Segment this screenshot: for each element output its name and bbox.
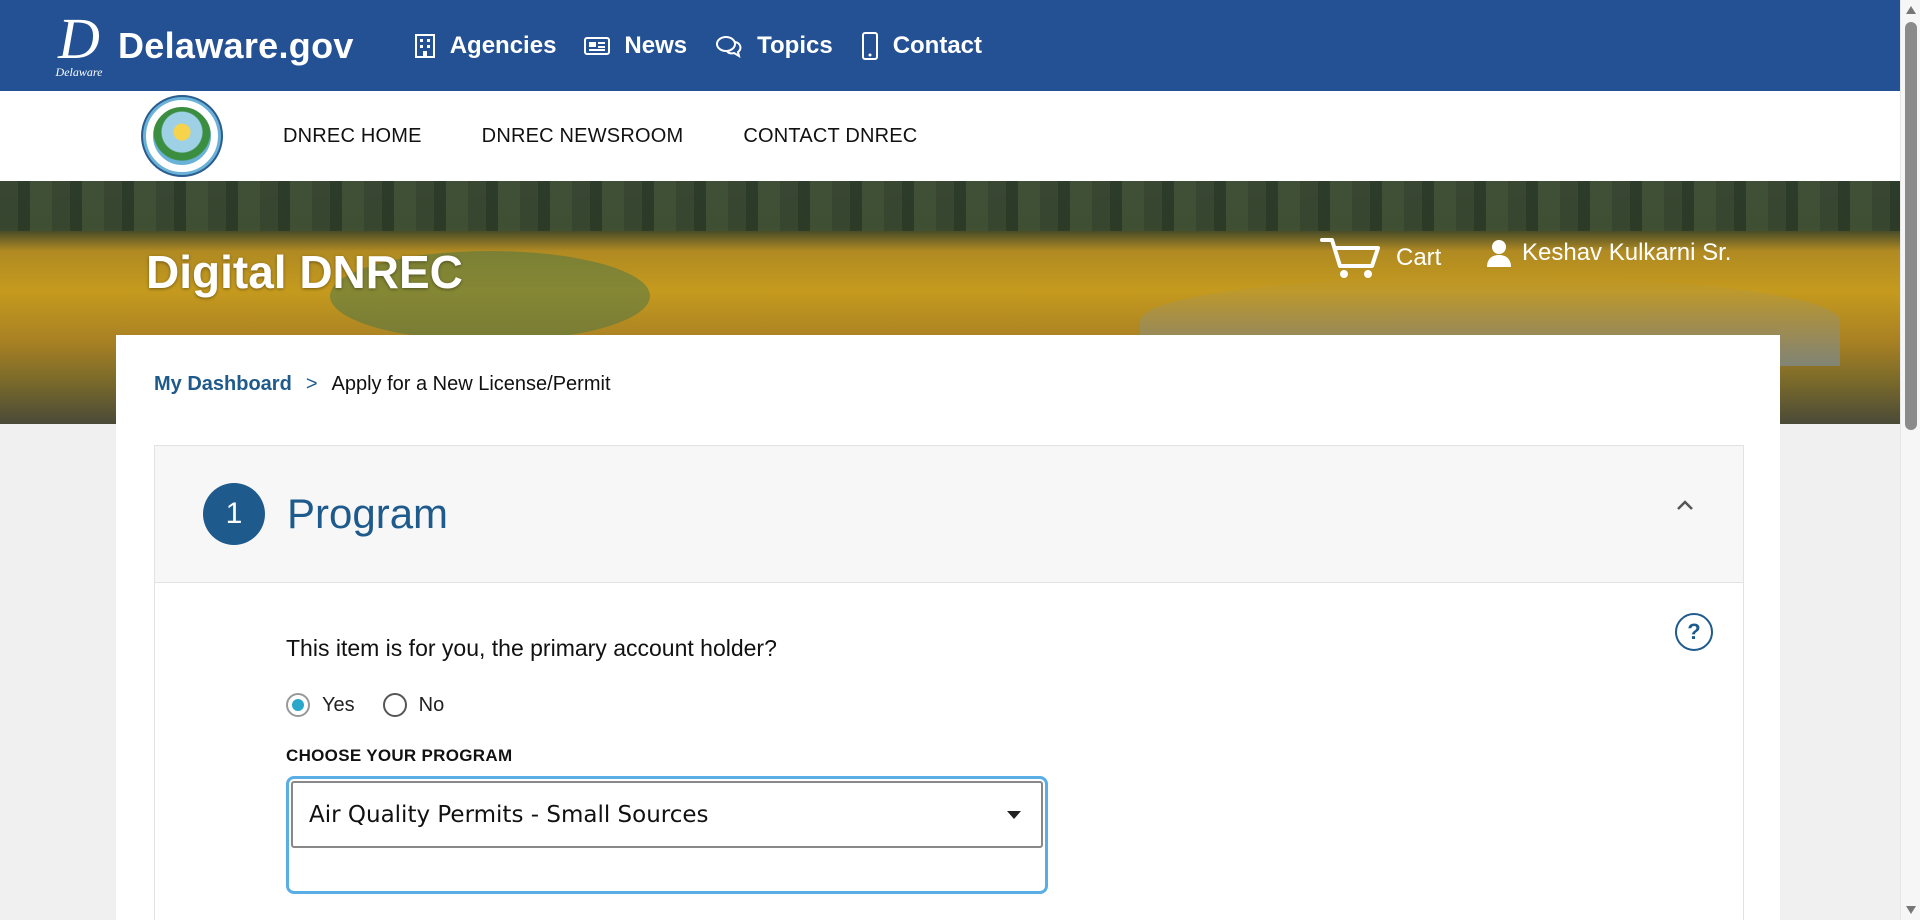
help-button[interactable]: ? bbox=[1675, 613, 1713, 651]
nav-label-news: News bbox=[624, 31, 688, 59]
cart-button[interactable]: Cart bbox=[1320, 236, 1441, 280]
page-scrollbar[interactable] bbox=[1900, 0, 1920, 920]
nav-item-contact[interactable]: Contact bbox=[861, 31, 983, 60]
mobile-phone-icon bbox=[861, 31, 878, 60]
radio-yes-label: Yes bbox=[322, 693, 355, 716]
logo-mark: D bbox=[58, 5, 100, 71]
account-holder-radio-group: Yes No bbox=[286, 693, 472, 717]
program-select-value: Air Quality Permits - Small Sources bbox=[309, 801, 709, 828]
user-icon bbox=[1487, 240, 1511, 267]
building-icon bbox=[414, 33, 435, 58]
radio-yes[interactable] bbox=[286, 693, 310, 717]
radio-option-yes[interactable]: Yes bbox=[286, 693, 355, 717]
step-number-badge: 1 bbox=[203, 483, 265, 545]
nav-item-topics[interactable]: Topics bbox=[715, 32, 833, 60]
main-content: My Dashboard > Apply for a New License/P… bbox=[116, 335, 1780, 920]
breadcrumb-separator: > bbox=[305, 373, 318, 395]
user-name: Keshav Kulkarni Sr. bbox=[1522, 239, 1732, 266]
nav-item-agencies[interactable]: Agencies bbox=[414, 31, 557, 60]
seal-ring bbox=[146, 100, 218, 172]
user-menu[interactable]: Keshav Kulkarni Sr. bbox=[1486, 239, 1731, 267]
scroll-up-arrow-icon[interactable] bbox=[1906, 6, 1916, 14]
chevron-up-icon[interactable] bbox=[1675, 498, 1695, 512]
breadcrumb-dashboard-link[interactable]: My Dashboard bbox=[154, 373, 292, 396]
hero-treeline bbox=[0, 181, 1900, 231]
caret-down-icon bbox=[1007, 811, 1021, 819]
newspaper-icon bbox=[584, 36, 611, 55]
nav-label-topics: Topics bbox=[757, 31, 833, 59]
account-holder-question: This item is for you, the primary accoun… bbox=[286, 635, 777, 661]
program-step-panel: 1 Program ? This item is for you, the pr… bbox=[154, 445, 1744, 920]
cart-label: Cart bbox=[1396, 244, 1442, 271]
state-nav: Agencies News Topics Contact bbox=[414, 31, 1010, 60]
radio-no-label: No bbox=[418, 693, 445, 716]
breadcrumb-current: Apply for a New License/Permit bbox=[331, 373, 611, 395]
logo-subtext: Delaware bbox=[55, 64, 103, 79]
logo-text: Delaware.gov bbox=[118, 24, 354, 66]
nav-contact-dnrec[interactable]: CONTACT DNREC bbox=[743, 125, 917, 148]
program-step-header[interactable]: 1 Program bbox=[155, 446, 1743, 583]
radio-no[interactable] bbox=[382, 693, 407, 717]
page-title: Digital DNREC bbox=[146, 246, 463, 298]
agency-header: DNREC HOME DNREC NEWSROOM CONTACT DNREC bbox=[0, 91, 1900, 181]
state-header: D Delaware Delaware.gov Agencies News To… bbox=[0, 0, 1900, 91]
breadcrumb: My Dashboard > Apply for a New License/P… bbox=[154, 373, 611, 396]
step-title: Program bbox=[287, 490, 449, 537]
chat-bubbles-icon bbox=[716, 35, 742, 58]
program-select-focus-ring: Air Quality Permits - Small Sources bbox=[286, 776, 1048, 894]
program-field-label: CHOOSE YOUR PROGRAM bbox=[286, 746, 513, 765]
nav-label-agencies: Agencies bbox=[449, 31, 557, 59]
cart-icon bbox=[1320, 238, 1380, 278]
scroll-down-arrow-icon[interactable] bbox=[1906, 906, 1916, 914]
delaware-d-logo-icon: D Delaware bbox=[50, 5, 108, 79]
nav-dnrec-home[interactable]: DNREC HOME bbox=[283, 125, 422, 148]
program-step-body: ? This item is for you, the primary acco… bbox=[155, 583, 1743, 920]
nav-dnrec-newsroom[interactable]: DNREC NEWSROOM bbox=[482, 125, 684, 148]
nav-item-news[interactable]: News bbox=[584, 32, 687, 60]
nav-label-contact: Contact bbox=[892, 31, 983, 59]
delaware-gov-logo[interactable]: D Delaware Delaware.gov bbox=[50, 5, 354, 79]
scrollbar-thumb[interactable] bbox=[1905, 22, 1917, 430]
radio-option-no[interactable]: No bbox=[382, 693, 445, 717]
program-select[interactable]: Air Quality Permits - Small Sources bbox=[291, 781, 1043, 848]
dnrec-seal-icon[interactable] bbox=[141, 95, 223, 177]
agency-nav: DNREC HOME DNREC NEWSROOM CONTACT DNREC bbox=[283, 125, 977, 148]
